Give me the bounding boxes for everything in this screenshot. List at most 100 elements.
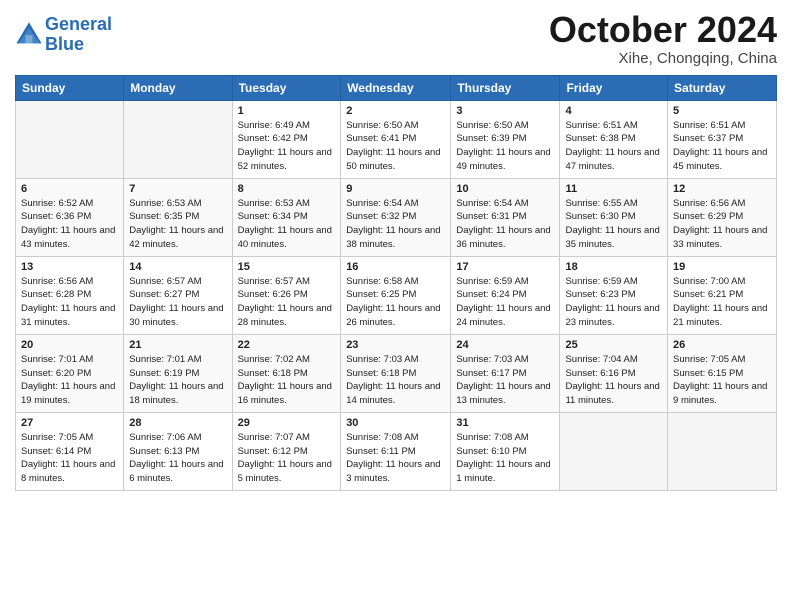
day-info: Sunrise: 6:56 AM Sunset: 6:29 PM Dayligh… [673, 197, 771, 252]
day-info: Sunrise: 6:59 AM Sunset: 6:23 PM Dayligh… [565, 275, 662, 330]
calendar-cell: 31Sunrise: 7:08 AM Sunset: 6:10 PM Dayli… [451, 412, 560, 490]
day-number: 2 [346, 105, 445, 117]
calendar-cell [16, 100, 124, 178]
day-info: Sunrise: 7:08 AM Sunset: 6:11 PM Dayligh… [346, 431, 445, 486]
logo-line1: General [45, 14, 112, 34]
day-info: Sunrise: 6:55 AM Sunset: 6:30 PM Dayligh… [565, 197, 662, 252]
day-number: 13 [21, 261, 118, 273]
day-info: Sunrise: 7:03 AM Sunset: 6:17 PM Dayligh… [456, 353, 554, 408]
day-info: Sunrise: 7:04 AM Sunset: 6:16 PM Dayligh… [565, 353, 662, 408]
day-number: 7 [129, 183, 226, 195]
day-info: Sunrise: 6:49 AM Sunset: 6:42 PM Dayligh… [238, 119, 336, 174]
calendar-cell: 12 Sunrise: 6:56 AM Sunset: 6:29 PM Dayli… [668, 178, 777, 256]
day-number: 25 [565, 339, 662, 351]
calendar-cell: 19Sunrise: 7:00 AM Sunset: 6:21 PM Dayli… [668, 256, 777, 334]
calendar-cell: 17Sunrise: 6:59 AM Sunset: 6:24 PM Dayli… [451, 256, 560, 334]
logo-icon [15, 21, 43, 49]
calendar-cell: 27Sunrise: 7:05 AM Sunset: 6:14 PM Dayli… [16, 412, 124, 490]
day-number: 17 [456, 261, 554, 273]
calendar-cell: 5 Sunrise: 6:51 AM Sunset: 6:37 PM Daylig… [668, 100, 777, 178]
day-number: 12 [673, 183, 771, 195]
calendar-cell: 20 Sunrise: 7:01 AM Sunset: 6:20 PM Dayli… [16, 334, 124, 412]
logo: General Blue [15, 15, 112, 55]
day-info: Sunrise: 6:52 AM Sunset: 6:36 PM Dayligh… [21, 197, 118, 252]
calendar-cell: 26 Sunrise: 7:05 AM Sunset: 6:15 PM Dayli… [668, 334, 777, 412]
day-number: 26 [673, 339, 771, 351]
day-number: 21 [129, 339, 226, 351]
calendar-cell: 29Sunrise: 7:07 AM Sunset: 6:12 PM Dayli… [232, 412, 341, 490]
day-number: 20 [21, 339, 118, 351]
calendar-cell: 1Sunrise: 6:49 AM Sunset: 6:42 PM Daylig… [232, 100, 341, 178]
day-number: 3 [456, 105, 554, 117]
calendar-week-row: 20 Sunrise: 7:01 AM Sunset: 6:20 PM Dayli… [16, 334, 777, 412]
day-info: Sunrise: 7:01 AM Sunset: 6:20 PM Dayligh… [21, 353, 118, 408]
calendar-week-row: 1Sunrise: 6:49 AM Sunset: 6:42 PM Daylig… [16, 100, 777, 178]
title-block: October 2024 Xihe, Chongqing, China [549, 10, 777, 67]
day-number: 14 [129, 261, 226, 273]
day-number: 28 [129, 417, 226, 429]
logo-text: General Blue [45, 15, 112, 55]
logo-line2: Blue [45, 34, 84, 54]
calendar-cell [560, 412, 668, 490]
calendar-cell: 3Sunrise: 6:50 AM Sunset: 6:39 PM Daylig… [451, 100, 560, 178]
day-number: 15 [238, 261, 336, 273]
day-info: Sunrise: 6:56 AM Sunset: 6:28 PM Dayligh… [21, 275, 118, 330]
calendar-cell: 23 Sunrise: 7:03 AM Sunset: 6:18 PM Dayli… [341, 334, 451, 412]
day-info: Sunrise: 7:07 AM Sunset: 6:12 PM Dayligh… [238, 431, 336, 486]
subtitle: Xihe, Chongqing, China [549, 50, 777, 67]
day-number: 23 [346, 339, 445, 351]
calendar-cell [668, 412, 777, 490]
day-info: Sunrise: 7:05 AM Sunset: 6:15 PM Dayligh… [673, 353, 771, 408]
calendar-cell: 16Sunrise: 6:58 AM Sunset: 6:25 PM Dayli… [341, 256, 451, 334]
day-info: Sunrise: 6:57 AM Sunset: 6:27 PM Dayligh… [129, 275, 226, 330]
day-info: Sunrise: 6:54 AM Sunset: 6:32 PM Dayligh… [346, 197, 445, 252]
header: General Blue October 2024 Xihe, Chongqin… [15, 10, 777, 67]
day-info: Sunrise: 7:06 AM Sunset: 6:13 PM Dayligh… [129, 431, 226, 486]
calendar-cell: 24 Sunrise: 7:03 AM Sunset: 6:17 PM Dayli… [451, 334, 560, 412]
calendar-cell: 4 Sunrise: 6:51 AM Sunset: 6:38 PM Daylig… [560, 100, 668, 178]
calendar-cell: 25 Sunrise: 7:04 AM Sunset: 6:16 PM Dayli… [560, 334, 668, 412]
day-of-week-header: Saturday [668, 75, 777, 100]
day-info: Sunrise: 6:53 AM Sunset: 6:35 PM Dayligh… [129, 197, 226, 252]
calendar-cell: 21 Sunrise: 7:01 AM Sunset: 6:19 PM Dayli… [124, 334, 232, 412]
day-of-week-header: Tuesday [232, 75, 341, 100]
day-number: 5 [673, 105, 771, 117]
day-info: Sunrise: 6:53 AM Sunset: 6:34 PM Dayligh… [238, 197, 336, 252]
day-info: Sunrise: 7:05 AM Sunset: 6:14 PM Dayligh… [21, 431, 118, 486]
day-info: Sunrise: 7:00 AM Sunset: 6:21 PM Dayligh… [673, 275, 771, 330]
day-info: Sunrise: 6:50 AM Sunset: 6:41 PM Dayligh… [346, 119, 445, 174]
day-number: 24 [456, 339, 554, 351]
calendar-cell: 8Sunrise: 6:53 AM Sunset: 6:34 PM Daylig… [232, 178, 341, 256]
calendar-week-row: 6 Sunrise: 6:52 AM Sunset: 6:36 PM Daylig… [16, 178, 777, 256]
calendar-cell: 6 Sunrise: 6:52 AM Sunset: 6:36 PM Daylig… [16, 178, 124, 256]
calendar-week-row: 27Sunrise: 7:05 AM Sunset: 6:14 PM Dayli… [16, 412, 777, 490]
day-of-week-header: Wednesday [341, 75, 451, 100]
day-number: 31 [456, 417, 554, 429]
day-of-week-header: Friday [560, 75, 668, 100]
day-of-week-header: Sunday [16, 75, 124, 100]
day-info: Sunrise: 6:51 AM Sunset: 6:37 PM Dayligh… [673, 119, 771, 174]
day-info: Sunrise: 6:51 AM Sunset: 6:38 PM Dayligh… [565, 119, 662, 174]
day-number: 4 [565, 105, 662, 117]
calendar-cell: 2 Sunrise: 6:50 AM Sunset: 6:41 PM Daylig… [341, 100, 451, 178]
page: General Blue October 2024 Xihe, Chongqin… [0, 0, 792, 506]
day-info: Sunrise: 7:03 AM Sunset: 6:18 PM Dayligh… [346, 353, 445, 408]
day-number: 22 [238, 339, 336, 351]
day-info: Sunrise: 6:57 AM Sunset: 6:26 PM Dayligh… [238, 275, 336, 330]
calendar-cell: 9 Sunrise: 6:54 AM Sunset: 6:32 PM Daylig… [341, 178, 451, 256]
calendar-cell: 11Sunrise: 6:55 AM Sunset: 6:30 PM Dayli… [560, 178, 668, 256]
calendar-cell: 18 Sunrise: 6:59 AM Sunset: 6:23 PM Dayli… [560, 256, 668, 334]
day-number: 10 [456, 183, 554, 195]
calendar-cell: 15 Sunrise: 6:57 AM Sunset: 6:26 PM Dayli… [232, 256, 341, 334]
calendar-cell: 28 Sunrise: 7:06 AM Sunset: 6:13 PM Dayli… [124, 412, 232, 490]
day-number: 18 [565, 261, 662, 273]
calendar-cell: 10 Sunrise: 6:54 AM Sunset: 6:31 PM Dayli… [451, 178, 560, 256]
calendar-cell: 14 Sunrise: 6:57 AM Sunset: 6:27 PM Dayli… [124, 256, 232, 334]
day-number: 16 [346, 261, 445, 273]
day-info: Sunrise: 7:01 AM Sunset: 6:19 PM Dayligh… [129, 353, 226, 408]
day-number: 9 [346, 183, 445, 195]
day-of-week-header: Monday [124, 75, 232, 100]
day-number: 6 [21, 183, 118, 195]
day-info: Sunrise: 6:54 AM Sunset: 6:31 PM Dayligh… [456, 197, 554, 252]
calendar-cell: 22Sunrise: 7:02 AM Sunset: 6:18 PM Dayli… [232, 334, 341, 412]
